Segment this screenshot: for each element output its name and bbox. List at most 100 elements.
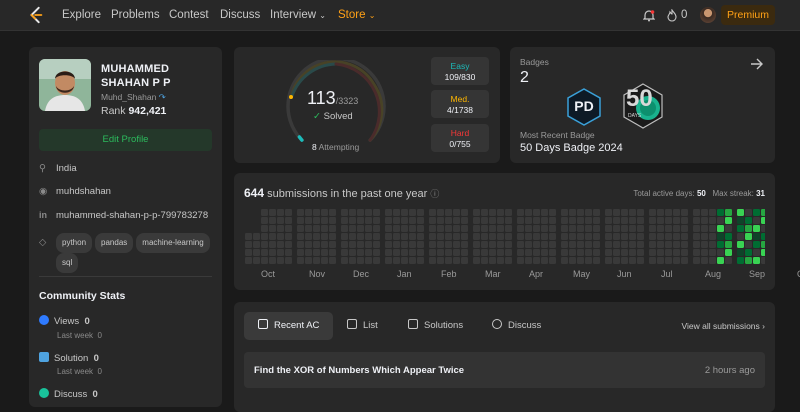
heatmap-day-cell[interactable]	[357, 233, 364, 240]
heatmap-day-cell[interactable]	[605, 249, 612, 256]
nav-store[interactable]: Store ⌄	[338, 9, 375, 21]
heatmap-day-cell[interactable]	[621, 257, 628, 264]
heatmap-day-cell[interactable]	[649, 233, 656, 240]
recent-item-title[interactable]: Find the XOR of Numbers Which Appear Twi…	[254, 365, 464, 376]
heatmap-day-cell[interactable]	[577, 241, 584, 248]
heatmap-day-cell[interactable]	[417, 233, 424, 240]
heatmap-day-cell[interactable]	[429, 225, 436, 232]
heatmap-day-cell[interactable]	[461, 225, 468, 232]
heatmap-day-cell[interactable]	[365, 225, 372, 232]
heatmap-day-cell[interactable]	[533, 217, 540, 224]
heatmap-day-cell[interactable]	[593, 241, 600, 248]
heatmap-day-cell[interactable]	[453, 257, 460, 264]
tab-solutions[interactable]: Solutions	[408, 312, 463, 340]
heatmap-day-cell[interactable]	[505, 241, 512, 248]
heatmap-day-cell[interactable]	[525, 225, 532, 232]
heatmap-day-cell[interactable]	[417, 257, 424, 264]
heatmap-day-cell[interactable]	[385, 257, 392, 264]
heatmap-day-cell[interactable]	[373, 233, 380, 240]
heatmap-day-cell[interactable]	[549, 209, 556, 216]
heatmap-day-cell[interactable]	[745, 249, 752, 256]
heatmap-day-cell[interactable]	[245, 233, 252, 240]
heatmap-day-cell[interactable]	[481, 241, 488, 248]
heatmap-day-cell[interactable]	[621, 241, 628, 248]
heatmap-day-cell[interactable]	[693, 225, 700, 232]
linkedin-text[interactable]: muhammed-shahan-p-p-799783278	[56, 210, 208, 221]
heatmap-day-cell[interactable]	[605, 225, 612, 232]
heatmap-day-cell[interactable]	[621, 233, 628, 240]
heatmap-day-cell[interactable]	[429, 217, 436, 224]
heatmap-day-cell[interactable]	[525, 249, 532, 256]
heatmap-day-cell[interactable]	[497, 217, 504, 224]
heatmap-day-cell[interactable]	[429, 257, 436, 264]
heatmap-day-cell[interactable]	[297, 233, 304, 240]
heatmap-day-cell[interactable]	[393, 209, 400, 216]
heatmap-day-cell[interactable]	[481, 225, 488, 232]
heatmap-day-cell[interactable]	[417, 241, 424, 248]
heatmap-day-cell[interactable]	[297, 217, 304, 224]
heatmap-day-cell[interactable]	[245, 209, 252, 216]
heatmap-day-cell[interactable]	[693, 249, 700, 256]
heatmap-day-cell[interactable]	[665, 217, 672, 224]
heatmap-day-cell[interactable]	[437, 233, 444, 240]
heatmap-day-cell[interactable]	[549, 225, 556, 232]
tab-recent-ac[interactable]: Recent AC	[244, 312, 333, 340]
heatmap-day-cell[interactable]	[373, 249, 380, 256]
heatmap-day-cell[interactable]	[753, 233, 760, 240]
heatmap-day-cell[interactable]	[549, 233, 556, 240]
heatmap-day-cell[interactable]	[637, 233, 644, 240]
tab-list[interactable]: List	[347, 312, 378, 340]
heatmap-day-cell[interactable]	[393, 225, 400, 232]
heatmap-day-cell[interactable]	[409, 225, 416, 232]
heatmap-day-cell[interactable]	[349, 241, 356, 248]
heatmap-day-cell[interactable]	[561, 217, 568, 224]
heatmap-day-cell[interactable]	[569, 225, 576, 232]
heatmap-day-cell[interactable]	[561, 241, 568, 248]
heatmap-day-cell[interactable]	[277, 257, 284, 264]
heatmap-day-cell[interactable]	[481, 233, 488, 240]
heatmap-day-cell[interactable]	[701, 233, 708, 240]
heatmap-day-cell[interactable]	[297, 209, 304, 216]
heatmap-day-cell[interactable]	[253, 225, 260, 232]
heatmap-day-cell[interactable]	[613, 225, 620, 232]
nav-discuss[interactable]: Discuss	[220, 9, 260, 21]
heatmap-day-cell[interactable]	[745, 241, 752, 248]
heatmap-day-cell[interactable]	[445, 217, 452, 224]
heatmap-day-cell[interactable]	[393, 233, 400, 240]
heatmap-day-cell[interactable]	[277, 249, 284, 256]
heatmap-day-cell[interactable]	[725, 257, 732, 264]
badge-pd[interactable]: PD	[564, 87, 604, 127]
heatmap-day-cell[interactable]	[761, 233, 765, 240]
heatmap-day-cell[interactable]	[285, 209, 292, 216]
heatmap-day-cell[interactable]	[525, 257, 532, 264]
heatmap-day-cell[interactable]	[285, 233, 292, 240]
difficulty-hard[interactable]: Hard 0/755	[431, 124, 489, 152]
heatmap-day-cell[interactable]	[569, 241, 576, 248]
heatmap-day-cell[interactable]	[753, 209, 760, 216]
heatmap-day-cell[interactable]	[585, 217, 592, 224]
heatmap-day-cell[interactable]	[701, 257, 708, 264]
heatmap-day-cell[interactable]	[761, 209, 765, 216]
heatmap-day-cell[interactable]	[737, 257, 744, 264]
heatmap-day-cell[interactable]	[473, 209, 480, 216]
heatmap-day-cell[interactable]	[709, 249, 716, 256]
heatmap-day-cell[interactable]	[305, 233, 312, 240]
heatmap-day-cell[interactable]	[541, 257, 548, 264]
heatmap-day-cell[interactable]	[605, 257, 612, 264]
heatmap-day-cell[interactable]	[481, 257, 488, 264]
heatmap-day-cell[interactable]	[745, 217, 752, 224]
heatmap-day-cell[interactable]	[717, 225, 724, 232]
heatmap-day-cell[interactable]	[637, 249, 644, 256]
heatmap-day-cell[interactable]	[761, 225, 765, 232]
heatmap-day-cell[interactable]	[341, 225, 348, 232]
heatmap-day-cell[interactable]	[261, 249, 268, 256]
heatmap-day-cell[interactable]	[417, 225, 424, 232]
heatmap-day-cell[interactable]	[489, 257, 496, 264]
heatmap-day-cell[interactable]	[393, 257, 400, 264]
heatmap-day-cell[interactable]	[541, 249, 548, 256]
heatmap-day-cell[interactable]	[649, 209, 656, 216]
heatmap-day-cell[interactable]	[365, 209, 372, 216]
heatmap-day-cell[interactable]	[525, 217, 532, 224]
heatmap-day-cell[interactable]	[445, 249, 452, 256]
badge-50-days[interactable]: 50 DAYS	[621, 83, 665, 129]
